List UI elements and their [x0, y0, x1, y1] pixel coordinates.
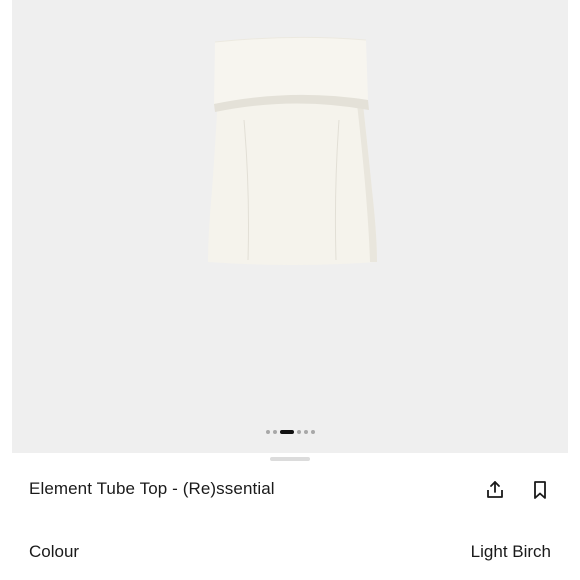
carousel-dot[interactable] [272, 430, 277, 434]
product-gallery[interactable] [0, 0, 580, 453]
product-title: Element Tube Top - (Re)ssential [29, 479, 275, 498]
sheet-drag-handle[interactable] [270, 457, 310, 461]
share-button[interactable] [482, 477, 508, 503]
colour-value[interactable]: Light Birch [471, 542, 551, 562]
carousel-dot[interactable] [265, 430, 270, 434]
share-icon [487, 481, 503, 498]
product-details-sheet: Element Tube Top - (Re)ssential Colour L… [12, 453, 568, 580]
bookmark-button[interactable] [527, 477, 553, 503]
carousel-dot[interactable] [303, 430, 308, 434]
product-image [12, 0, 568, 453]
product-image-frame[interactable] [12, 0, 568, 453]
colour-label: Colour [29, 542, 80, 561]
bookmark-icon [534, 481, 546, 499]
carousel-dot-active[interactable] [279, 430, 294, 434]
carousel-dot[interactable] [310, 430, 315, 434]
carousel-indicator[interactable] [12, 430, 568, 434]
carousel-dot[interactable] [296, 430, 301, 434]
